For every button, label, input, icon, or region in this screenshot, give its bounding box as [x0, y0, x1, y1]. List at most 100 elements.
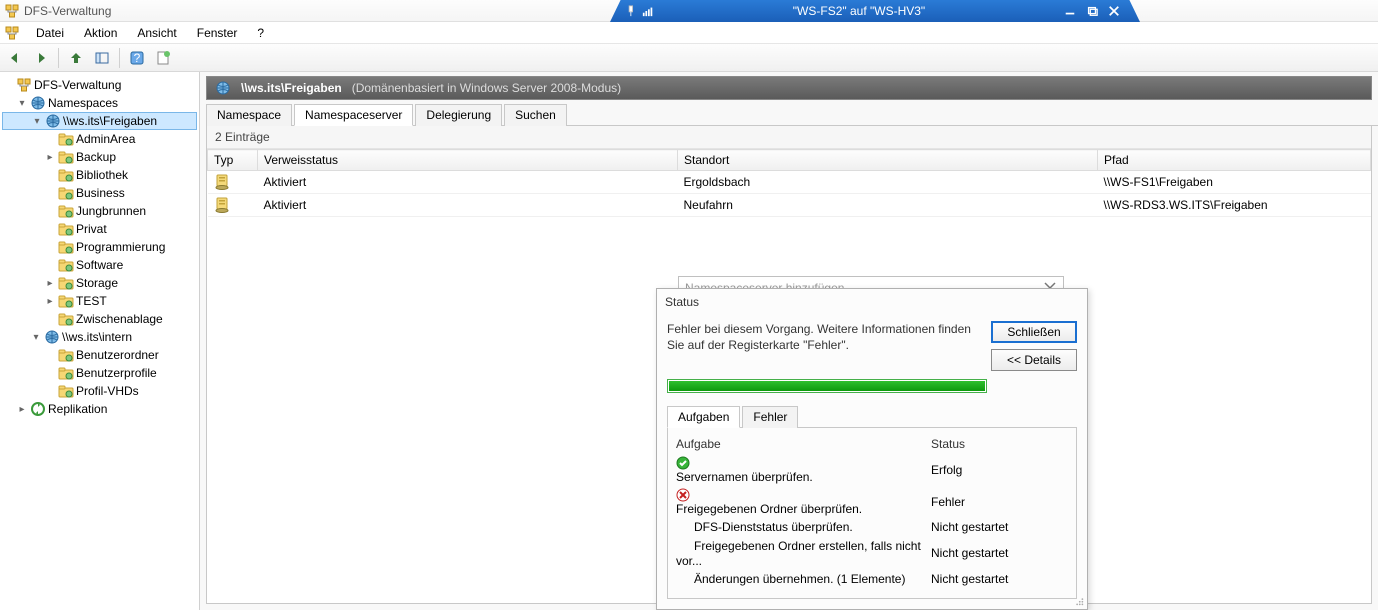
remote-connection-bar: "WS-FS2" auf "WS-HV3"	[610, 0, 1140, 22]
tree-root[interactable]: DFS-Verwaltung	[2, 76, 197, 94]
remote-signal-icon[interactable]	[642, 5, 654, 17]
tree-folder-test[interactable]: ▸ TEST	[2, 292, 197, 310]
menu-icon	[4, 25, 20, 41]
progress-bar	[667, 379, 987, 393]
tree-label: Programmierung	[76, 240, 165, 254]
app-title: DFS-Verwaltung	[24, 4, 111, 18]
toolbar-panes[interactable]	[91, 47, 113, 69]
tree-folder-jungbrunnen[interactable]: Jungbrunnen	[2, 202, 197, 220]
tab-search[interactable]: Suchen	[504, 104, 567, 126]
col-path[interactable]: Pfad	[1098, 150, 1371, 171]
app-icon	[4, 3, 20, 19]
menubar: Datei Aktion Ansicht Fenster ?	[0, 22, 1378, 44]
task-name: Freigegebenen Ordner erstellen, falls ni…	[676, 537, 931, 570]
tree-label: Jungbrunnen	[76, 204, 146, 218]
col-type[interactable]: Typ	[208, 150, 258, 171]
tree-folder-adminarea[interactable]: AdminArea	[2, 130, 197, 148]
dialog-tab-tasks[interactable]: Aufgaben	[667, 406, 740, 428]
tree-namespaces[interactable]: ▾ Namespaces	[2, 94, 197, 112]
toolbar-back[interactable]	[4, 47, 26, 69]
no-icon	[676, 521, 690, 535]
tree-folder-software[interactable]: Software	[2, 256, 197, 274]
titlebar: DFS-Verwaltung "WS-FS2" auf "WS-HV3"	[0, 0, 1378, 22]
resize-grip-icon[interactable]	[1071, 593, 1085, 607]
tree-label: Benutzerprofile	[76, 366, 157, 380]
toolbar-new[interactable]	[152, 47, 174, 69]
menu-window[interactable]: Fenster	[187, 23, 248, 43]
tree-label: DFS-Verwaltung	[34, 78, 121, 92]
tree-icon	[58, 239, 74, 255]
tree-icon	[58, 257, 74, 273]
namespace-path: \\ws.its\Freigaben	[241, 81, 342, 95]
tree-label: Benutzerordner	[76, 348, 159, 362]
remote-close-icon[interactable]	[1108, 5, 1120, 17]
table-row[interactable]: AktiviertNeufahrn\\WS-RDS3.WS.ITS\Freiga…	[208, 194, 1371, 217]
tree-folder-privat[interactable]: Privat	[2, 220, 197, 238]
tree-label: TEST	[76, 294, 107, 308]
toolbar-up[interactable]	[65, 47, 87, 69]
details-button[interactable]: << Details	[991, 349, 1077, 371]
namespace-subtitle: (Domänenbasiert in Windows Server 2008-M…	[352, 81, 621, 95]
tree-folder-business[interactable]: Business	[2, 184, 197, 202]
tree-folder-storage[interactable]: ▸Storage	[2, 274, 197, 292]
task-row: DFS-Dienststatus überprüfen.Nicht gestar…	[676, 518, 1068, 537]
menu-file[interactable]: Datei	[26, 23, 74, 43]
task-row: Freigegebenen Ordner überprüfen.Fehler	[676, 486, 1068, 518]
tree-label: Bibliothek	[76, 168, 128, 182]
tree-icon	[58, 365, 74, 381]
tree-icon	[58, 203, 74, 219]
toolbar-help[interactable]	[126, 47, 148, 69]
expander-icon[interactable]: ▸	[44, 278, 56, 289]
tab-namespace[interactable]: Namespace	[206, 104, 292, 126]
toolbar-forward[interactable]	[30, 47, 52, 69]
tab-namespaceserver[interactable]: Namespaceserver	[294, 104, 413, 126]
arrow-up-icon	[68, 50, 84, 66]
namespace-icon	[215, 80, 231, 96]
tree-ns-intern[interactable]: ▾\\ws.its\intern	[2, 328, 197, 346]
expander-icon[interactable]: ▸	[44, 296, 56, 307]
expander-icon[interactable]: ▾	[16, 98, 28, 109]
server-icon	[214, 197, 230, 213]
col-status[interactable]: Verweisstatus	[258, 150, 678, 171]
content-tabs: Namespace Namespaceserver Delegierung Su…	[206, 103, 1378, 126]
tree-intern-benutzerprofile[interactable]: Benutzerprofile	[2, 364, 197, 382]
tab-delegation[interactable]: Delegierung	[415, 104, 502, 126]
tree-label: Profil-VHDs	[76, 384, 139, 398]
close-button[interactable]: Schließen	[991, 321, 1077, 343]
tree-icon	[30, 401, 46, 417]
task-status: Erfolg	[931, 454, 1068, 486]
path-header: \\ws.its\Freigaben (Domänenbasiert in Wi…	[206, 76, 1372, 100]
expander-icon[interactable]: ▾	[30, 332, 42, 343]
remote-pin-icon[interactable]	[624, 5, 636, 17]
tree-intern-benutzerordner[interactable]: Benutzerordner	[2, 346, 197, 364]
tree-folder-bibliothek[interactable]: Bibliothek	[2, 166, 197, 184]
dialog-title: Status	[657, 289, 1087, 315]
tree-label: Namespaces	[48, 96, 118, 110]
col-site[interactable]: Standort	[678, 150, 1098, 171]
task-table: Aufgabe Status Servernamen überprüfen.Er…	[676, 434, 1068, 588]
tree-folder-zwischenablage[interactable]: Zwischenablage	[2, 310, 197, 328]
remote-restore-icon[interactable]	[1086, 5, 1098, 17]
entries-count: 2 Einträge	[207, 126, 1371, 149]
tree-label: Backup	[76, 150, 116, 164]
tree-folder-backup[interactable]: ▸ Backup	[2, 148, 197, 166]
menu-help[interactable]: ?	[247, 23, 274, 43]
dialog-message: Fehler bei diesem Vorgang. Weitere Infor…	[667, 321, 981, 353]
dialog-tab-errors[interactable]: Fehler	[742, 406, 798, 428]
tree-intern-profil-vhds[interactable]: Profil-VHDs	[2, 382, 197, 400]
remote-minimize-icon[interactable]	[1064, 5, 1076, 17]
cell-path: \\WS-FS1\Freigaben	[1098, 171, 1371, 194]
table-row[interactable]: AktiviertErgoldsbach\\WS-FS1\Freigaben	[208, 171, 1371, 194]
tree-ns-freigaben[interactable]: ▾ \\ws.its\Freigaben	[2, 112, 197, 130]
menu-action[interactable]: Aktion	[74, 23, 127, 43]
expander-icon[interactable]: ▾	[31, 116, 43, 127]
expander-icon[interactable]: ▸	[16, 404, 28, 415]
tree-label: \\ws.its\Freigaben	[63, 114, 157, 128]
tree-folder-programmierung[interactable]: Programmierung	[2, 238, 197, 256]
task-name: Servernamen überprüfen.	[676, 454, 931, 486]
tree-icon	[58, 221, 74, 237]
expander-icon[interactable]: ▸	[44, 152, 56, 163]
tree-label: Privat	[76, 222, 107, 236]
tree-replication[interactable]: ▸Replikation	[2, 400, 197, 418]
menu-view[interactable]: Ansicht	[127, 23, 186, 43]
